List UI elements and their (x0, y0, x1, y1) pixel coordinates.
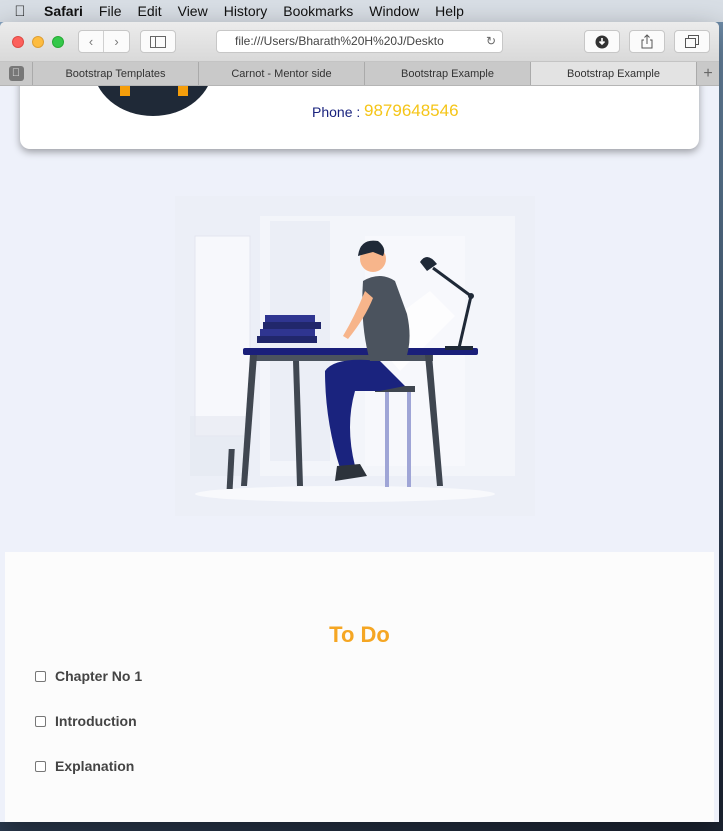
menu-edit[interactable]: Edit (129, 0, 169, 22)
zoom-window-button[interactable] (52, 36, 64, 48)
sidebar-icon (150, 35, 166, 48)
profile-card: Phone : 9879648546 (20, 86, 699, 149)
close-window-button[interactable] (12, 36, 24, 48)
todo-item-label[interactable]: Introduction (55, 713, 137, 729)
todo-item: Introduction (35, 713, 137, 729)
phone-label: Phone : (312, 104, 361, 120)
todo-checkbox[interactable] (35, 715, 46, 727)
menu-safari[interactable]: Safari (40, 0, 91, 22)
todo-checkbox[interactable] (35, 760, 46, 772)
safari-window: ‹ › file:///Users/Bharath%20H%20J/Deskto… (0, 22, 719, 822)
tab-bootstrap-example-1[interactable]: Bootstrap Example (365, 62, 531, 85)
tab-bootstrap-templates[interactable]: Bootstrap Templates (33, 62, 199, 85)
forward-button[interactable]: › (104, 31, 129, 52)
menu-view[interactable]: View (170, 0, 216, 22)
todo-item: Chapter No 1 (35, 668, 142, 684)
pinned-tab[interactable]:  (0, 62, 33, 85)
sidebar-toggle-button[interactable] (140, 30, 176, 53)
minimize-window-button[interactable] (32, 36, 44, 48)
reload-icon[interactable]: ↻ (486, 31, 496, 52)
todo-checkbox[interactable] (35, 670, 46, 682)
menu-bookmarks[interactable]: Bookmarks (275, 0, 361, 22)
tabs-overview-icon (685, 35, 699, 48)
share-icon (641, 34, 653, 49)
mac-menubar:  Safari File Edit View History Bookmark… (0, 0, 723, 22)
todo-item-label[interactable]: Chapter No 1 (55, 668, 142, 684)
address-bar[interactable]: file:///Users/Bharath%20H%20J/Deskto ↻ (216, 30, 503, 53)
download-icon (595, 35, 609, 48)
todo-title: To Do (329, 622, 390, 647)
menu-help[interactable]: Help (427, 0, 472, 22)
avatar (98, 86, 208, 116)
nav-buttons: ‹ › (78, 30, 130, 53)
todo-item: Explanation (35, 758, 134, 774)
todo-section: To Do Chapter No 1 Introduction Explanat… (5, 552, 714, 822)
back-button[interactable]: ‹ (79, 31, 105, 52)
share-button[interactable] (629, 30, 665, 53)
new-tab-button[interactable]: + (697, 62, 719, 85)
menu-file[interactable]: File (91, 0, 130, 22)
menu-history[interactable]: History (216, 0, 276, 22)
browser-toolbar: ‹ › file:///Users/Bharath%20H%20J/Deskto… (0, 22, 719, 62)
tab-carnot-mentor[interactable]: Carnot - Mentor side (199, 62, 365, 85)
address-text: file:///Users/Bharath%20H%20J/Deskto (235, 34, 444, 48)
tab-bootstrap-example-2[interactable]: Bootstrap Example (531, 62, 697, 85)
menu-window[interactable]: Window (361, 0, 427, 22)
show-tabs-button[interactable] (674, 30, 710, 53)
apple-menu-icon[interactable]:  (0, 3, 40, 20)
downloads-button[interactable] (584, 30, 620, 53)
student-desk-illustration (175, 196, 535, 516)
tab-bar:  Bootstrap Templates Carnot - Mentor si… (0, 62, 719, 86)
todo-item-label[interactable]: Explanation (55, 758, 134, 774)
web-page: Phone : 9879648546 To Do Chapter No 1 In… (0, 86, 719, 822)
phone-number: 9879648546 (364, 101, 459, 120)
apple-logo-icon:  (8, 66, 24, 81)
